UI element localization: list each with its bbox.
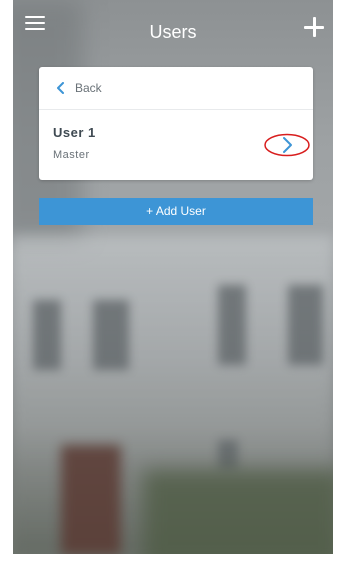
background-window — [218, 285, 246, 365]
add-icon[interactable] — [303, 16, 325, 38]
back-label: Back — [75, 81, 102, 95]
chevron-left-icon — [57, 82, 64, 94]
page-title: Users — [149, 22, 197, 42]
background-window — [288, 285, 323, 365]
user-list-item[interactable]: User 1 Master — [39, 110, 313, 180]
back-button[interactable]: Back — [39, 67, 313, 110]
background-window — [33, 300, 61, 370]
background-bush — [143, 470, 333, 554]
background-window — [93, 300, 129, 370]
users-card: Back User 1 Master — [39, 67, 313, 180]
app-screen: Users Back User 1 Master + Add User — [13, 0, 333, 554]
user-name: User 1 — [53, 125, 96, 140]
background-door — [61, 445, 121, 554]
add-user-button[interactable]: + Add User — [39, 198, 313, 225]
top-bar: Users — [13, 0, 333, 62]
background-window — [218, 440, 238, 470]
chevron-right-icon[interactable] — [263, 133, 311, 157]
user-role: Master — [53, 149, 90, 161]
